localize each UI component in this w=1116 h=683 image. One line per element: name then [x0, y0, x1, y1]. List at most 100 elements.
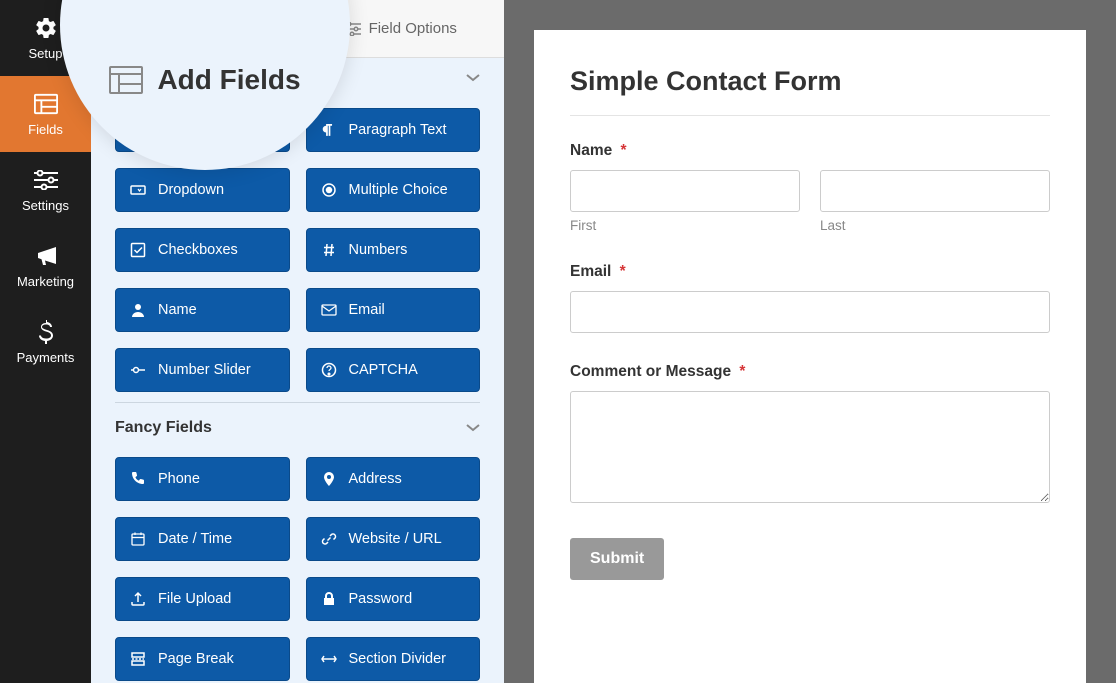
- dollar-icon: [34, 320, 58, 344]
- sidebar-item-fields[interactable]: Fields: [0, 76, 91, 152]
- field-button-paragraph[interactable]: Paragraph Text: [306, 108, 481, 152]
- slider-icon: [130, 362, 146, 378]
- tab-add-fields[interactable]: Add Fields: [91, 0, 298, 57]
- chevron-down-icon: [466, 424, 480, 432]
- tab-field-options[interactable]: Field Options: [298, 0, 505, 57]
- fields-panel: Add Fields Field Options Single Line Tex…: [91, 0, 504, 683]
- upload-icon: [130, 591, 146, 607]
- submit-button[interactable]: Submit: [570, 538, 664, 580]
- field-button-label: Dropdown: [158, 182, 224, 198]
- calendar-icon: [130, 531, 146, 547]
- name-field[interactable]: Name * First Last: [570, 142, 1050, 233]
- sidebar-item-payments[interactable]: Payments: [0, 304, 91, 380]
- field-button-divider[interactable]: Section Divider: [306, 637, 481, 681]
- first-name-input[interactable]: [570, 170, 800, 212]
- sidebar-item-setup[interactable]: Setup: [0, 0, 91, 76]
- field-button-label: Checkboxes: [158, 242, 238, 258]
- link-icon: [321, 531, 337, 547]
- field-button-question[interactable]: CAPTCHA: [306, 348, 481, 392]
- sidebar-label: Fields: [28, 122, 63, 137]
- field-button-label: Date / Time: [158, 531, 232, 547]
- sliders-icon: [345, 22, 361, 36]
- paragraph-icon: [321, 122, 337, 138]
- fancy-fields-header[interactable]: Fancy Fields: [91, 403, 504, 447]
- field-button-dropdown[interactable]: Dropdown: [115, 168, 290, 212]
- form-icon: [34, 92, 58, 116]
- field-button-calendar[interactable]: Date / Time: [115, 517, 290, 561]
- field-button-radio[interactable]: Multiple Choice: [306, 168, 481, 212]
- label-text: Email: [570, 263, 611, 280]
- field-button-label: Address: [349, 471, 402, 487]
- dropdown-icon: [130, 182, 146, 198]
- text-icon: [130, 122, 146, 138]
- field-button-label: Paragraph Text: [349, 122, 447, 138]
- field-button-person[interactable]: Name: [115, 288, 290, 332]
- phone-icon: [130, 471, 146, 487]
- field-button-hash[interactable]: Numbers: [306, 228, 481, 272]
- comment-textarea[interactable]: [570, 391, 1050, 503]
- field-button-label: Multiple Choice: [349, 182, 448, 198]
- panel-tabs: Add Fields Field Options: [91, 0, 504, 58]
- sliders-icon: [34, 168, 58, 192]
- sidebar-label: Settings: [22, 198, 69, 213]
- field-button-label: Page Break: [158, 651, 234, 667]
- person-icon: [130, 302, 146, 318]
- sidebar-label: Setup: [29, 46, 63, 61]
- field-button-label: Email: [349, 302, 385, 318]
- comment-field[interactable]: Comment or Message *: [570, 363, 1050, 508]
- divider: [570, 115, 1050, 116]
- field-button-lock[interactable]: Password: [306, 577, 481, 621]
- question-icon: [321, 362, 337, 378]
- field-button-pagebreak[interactable]: Page Break: [115, 637, 290, 681]
- field-button-upload[interactable]: File Upload: [115, 577, 290, 621]
- required-mark: *: [739, 363, 745, 380]
- field-button-phone[interactable]: Phone: [115, 457, 290, 501]
- divider-icon: [321, 651, 337, 667]
- lock-icon: [321, 591, 337, 607]
- sidebar-label: Payments: [17, 350, 75, 365]
- gear-icon: [34, 16, 58, 40]
- label-text: Name: [570, 142, 612, 159]
- fancy-fields-grid: Phone Address Date / Time Website / URL File…: [91, 447, 504, 681]
- field-button-label: Single Line Text: [158, 122, 260, 138]
- field-label: Name *: [570, 142, 1050, 160]
- sidebar-item-settings[interactable]: Settings: [0, 152, 91, 228]
- field-button-label: Section Divider: [349, 651, 447, 667]
- field-button-label: Numbers: [349, 242, 408, 258]
- email-input[interactable]: [570, 291, 1050, 333]
- radio-icon: [321, 182, 337, 198]
- field-button-link[interactable]: Website / URL: [306, 517, 481, 561]
- field-button-envelope[interactable]: Email: [306, 288, 481, 332]
- standard-fields-header[interactable]: [91, 58, 504, 98]
- required-mark: *: [620, 263, 626, 280]
- field-button-label: File Upload: [158, 591, 231, 607]
- field-label: Email *: [570, 263, 1050, 281]
- marker-icon: [321, 471, 337, 487]
- field-button-label: Number Slider: [158, 362, 251, 378]
- megaphone-icon: [34, 244, 58, 268]
- field-button-label: Website / URL: [349, 531, 442, 547]
- email-field[interactable]: Email *: [570, 263, 1050, 333]
- checkbox-icon: [130, 242, 146, 258]
- sidebar-label: Marketing: [17, 274, 74, 289]
- field-button-label: Password: [349, 591, 413, 607]
- section-title: Fancy Fields: [115, 419, 212, 437]
- sub-label: First: [570, 218, 800, 233]
- tab-label: Field Options: [369, 20, 457, 37]
- field-button-label: Name: [158, 302, 197, 318]
- field-button-slider[interactable]: Number Slider: [115, 348, 290, 392]
- field-button-checkbox[interactable]: Checkboxes: [115, 228, 290, 272]
- envelope-icon: [321, 302, 337, 318]
- field-button-marker[interactable]: Address: [306, 457, 481, 501]
- last-name-input[interactable]: [820, 170, 1050, 212]
- sub-label: Last: [820, 218, 1050, 233]
- tab-label: Add Fields: [169, 20, 246, 37]
- field-button-label: Phone: [158, 471, 200, 487]
- required-mark: *: [621, 142, 627, 159]
- form-icon: [143, 22, 161, 36]
- form-preview[interactable]: Simple Contact Form Name * First Last: [534, 30, 1086, 683]
- form-title: Simple Contact Form: [570, 66, 1050, 97]
- field-button-text[interactable]: Single Line Text: [115, 108, 290, 152]
- form-canvas: Simple Contact Form Name * First Last: [504, 0, 1116, 683]
- sidebar-item-marketing[interactable]: Marketing: [0, 228, 91, 304]
